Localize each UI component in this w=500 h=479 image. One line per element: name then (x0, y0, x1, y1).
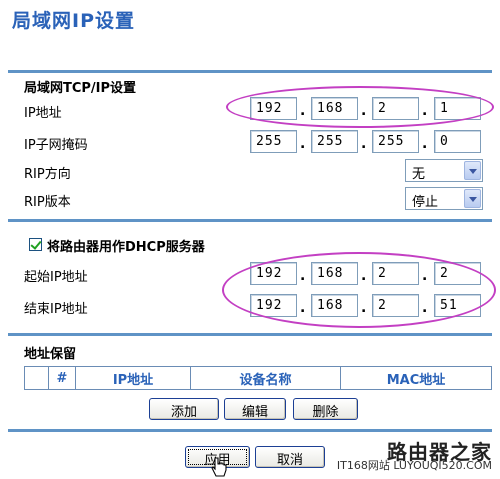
column-header (24, 366, 49, 390)
hand-cursor-icon (211, 457, 227, 477)
dot-separator: . (422, 136, 428, 152)
ip-address-label: IP地址 (24, 106, 62, 121)
rip-direction-select[interactable]: 无 (405, 159, 483, 182)
mask-octet-3[interactable]: 255 (372, 130, 419, 153)
divider (8, 219, 492, 222)
chevron-down-icon[interactable] (464, 161, 481, 180)
divider (8, 70, 492, 73)
mask-octet-1[interactable]: 255 (250, 130, 297, 153)
column-header: # (48, 366, 76, 390)
table-header-row: # IP地址 设备名称 MAC地址 (24, 366, 492, 390)
cancel-button[interactable]: 取消 (255, 446, 325, 468)
subnet-mask-label: IP子网掩码 (24, 138, 88, 153)
reservation-section-title: 地址保留 (24, 347, 77, 362)
dhcp-enable-label: 将路由器用作DHCP服务器 (47, 240, 205, 255)
start-ip-label: 起始IP地址 (24, 270, 88, 285)
rip-version-label: RIP版本 (24, 195, 71, 210)
highlight-ellipse (222, 252, 496, 328)
chevron-down-icon[interactable] (464, 189, 481, 208)
watermark-site: IT168网站 LUYOUQI520.COM (336, 459, 492, 472)
rip-version-value: 停止 (412, 195, 439, 210)
divider (8, 333, 492, 336)
column-header: 设备名称 (190, 366, 341, 390)
delete-button[interactable]: 删除 (293, 398, 358, 420)
add-button[interactable]: 添加 (149, 398, 219, 420)
edit-button[interactable]: 编辑 (224, 398, 286, 420)
dhcp-enable-checkbox[interactable] (29, 238, 42, 251)
mask-octet-2[interactable]: 255 (311, 130, 358, 153)
rip-version-select[interactable]: 停止 (405, 187, 483, 210)
mask-octet-4[interactable]: 0 (434, 130, 481, 153)
reservation-table: # IP地址 设备名称 MAC地址 (24, 366, 492, 390)
divider (8, 429, 492, 432)
rip-direction-label: RIP方向 (24, 167, 71, 182)
dot-separator: . (300, 136, 306, 152)
column-header: MAC地址 (340, 366, 492, 390)
end-ip-label: 结束IP地址 (24, 302, 88, 317)
lan-section-title: 局域网TCP/IP设置 (24, 81, 137, 96)
highlight-ellipse (226, 86, 494, 128)
page-title: 局域网IP设置 (12, 10, 135, 32)
rip-direction-value: 无 (412, 167, 426, 182)
column-header: IP地址 (75, 366, 191, 390)
dot-separator: . (361, 136, 367, 152)
